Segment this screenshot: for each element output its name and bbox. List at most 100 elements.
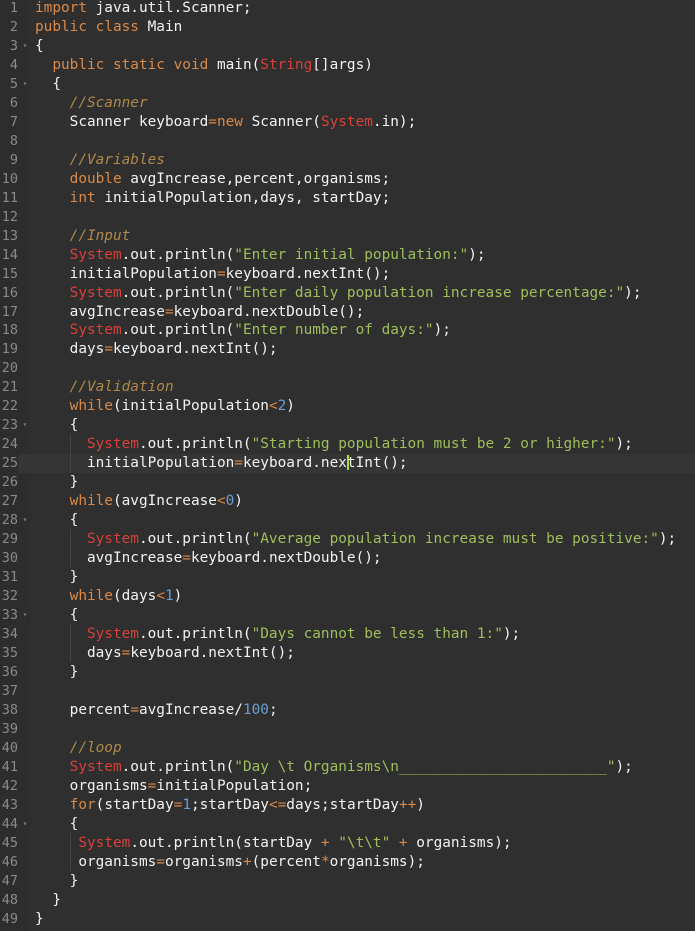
code-line[interactable]: 26 } bbox=[0, 473, 695, 492]
code-line[interactable]: 9 //Variables bbox=[0, 151, 695, 170]
code-line[interactable]: 20 bbox=[0, 359, 695, 378]
comment-token: //Variables bbox=[69, 151, 165, 168]
code-line[interactable]: 33 ▾ { bbox=[0, 606, 695, 625]
code-line[interactable]: 37 bbox=[0, 682, 695, 701]
operator-token: = bbox=[216, 265, 226, 282]
code-line[interactable]: 11 int initialPopulation,days, startDay; bbox=[0, 189, 695, 208]
code-line[interactable]: 40 //loop bbox=[0, 739, 695, 758]
code-line[interactable]: 7 Scanner keyboard=new Scanner(System.in… bbox=[0, 113, 695, 132]
code-line[interactable]: 27 while(avgIncrease<0) bbox=[0, 492, 695, 511]
code-line[interactable]: 10 double avgIncrease,percent,organisms; bbox=[0, 170, 695, 189]
line-code: System.out.println("Days cannot be less … bbox=[35, 625, 520, 644]
code-text-token: ); bbox=[615, 436, 633, 453]
type-token: System bbox=[69, 322, 122, 339]
line-code: { bbox=[35, 815, 79, 834]
code-line[interactable]: 29 System.out.println("Average populatio… bbox=[0, 530, 695, 549]
code-line[interactable]: 15 initialPopulation=keyboard.nextInt(); bbox=[0, 265, 695, 284]
line-number: 3 bbox=[9, 37, 18, 54]
code-editor[interactable]: 1 import java.util.Scanner; 2 public class … bbox=[0, 0, 695, 931]
code-line[interactable]: 4 public static void main(String[]args) bbox=[0, 56, 695, 75]
fold-toggle-icon[interactable]: ▾ bbox=[20, 75, 30, 94]
line-number: 37 bbox=[1, 682, 18, 699]
code-line[interactable]: 18 System.out.println("Enter number of d… bbox=[0, 321, 695, 340]
line-code: { bbox=[35, 37, 44, 56]
line-number: 1 bbox=[9, 0, 18, 16]
line-code: } bbox=[35, 473, 79, 492]
code-text-token: Main bbox=[138, 18, 183, 35]
line-code: while(initialPopulation<2) bbox=[35, 397, 295, 416]
code-text-token: keyboard.nextDouble(); bbox=[190, 550, 382, 567]
code-line[interactable]: 35 days=keyboard.nextInt(); bbox=[0, 644, 695, 663]
code-text-token: ) bbox=[173, 588, 183, 605]
line-code: System.out.println("Day \t Organisms\n__… bbox=[35, 758, 633, 777]
code-line[interactable]: 44 ▾ { bbox=[0, 815, 695, 834]
code-line[interactable]: 13 //Input bbox=[0, 227, 695, 246]
code-line[interactable]: 2 public class Main bbox=[0, 18, 695, 37]
code-line[interactable]: 21 //Validation bbox=[0, 378, 695, 397]
code-text-token: ); bbox=[624, 284, 642, 301]
code-text-token: ; bbox=[268, 701, 278, 718]
line-code: avgIncrease=keyboard.nextDouble(); bbox=[35, 303, 365, 322]
keyword-token: int bbox=[69, 189, 96, 206]
type-token: System bbox=[320, 113, 373, 130]
code-line[interactable]: 47 } bbox=[0, 872, 695, 891]
code-line[interactable]: 41 System.out.println("Day \t Organisms\… bbox=[0, 758, 695, 777]
code-line[interactable]: 1 import java.util.Scanner; bbox=[0, 0, 695, 18]
code-line[interactable]: 38 percent=avgIncrease/100; bbox=[0, 701, 695, 720]
code-line[interactable]: 16 System.out.println("Enter daily popul… bbox=[0, 284, 695, 303]
code-line[interactable]: 14 System.out.println("Enter initial pop… bbox=[0, 246, 695, 265]
type-token: String bbox=[260, 56, 313, 73]
comment-token: //Validation bbox=[69, 379, 174, 396]
code-line[interactable]: 45 System.out.println(startDay + "\t\t" … bbox=[0, 834, 695, 853]
code-line[interactable]: 22 while(initialPopulation<2) bbox=[0, 397, 695, 416]
code-line[interactable]: 28 ▾ { bbox=[0, 511, 695, 530]
code-line[interactable]: 19 days=keyboard.nextInt(); bbox=[0, 340, 695, 359]
code-line[interactable]: 30 avgIncrease=keyboard.nextDouble(); bbox=[0, 549, 695, 568]
indent-guide bbox=[69, 833, 71, 872]
code-text-token: ); bbox=[615, 758, 633, 775]
code-line[interactable]: 17 avgIncrease=keyboard.nextDouble(); bbox=[0, 303, 695, 322]
keyword-token: for bbox=[69, 796, 96, 813]
line-number: 6 bbox=[9, 94, 18, 111]
code-line[interactable]: 25 initialPopulation=keyboard.nextInt(); bbox=[0, 454, 695, 474]
code-line[interactable]: 8 bbox=[0, 132, 695, 151]
code-line[interactable]: 6 //Scanner bbox=[0, 94, 695, 113]
code-text-token: .out.println( bbox=[138, 625, 252, 642]
fold-toggle-icon[interactable]: ▾ bbox=[20, 37, 30, 56]
code-line[interactable]: 24 System.out.println("Starting populati… bbox=[0, 435, 695, 454]
code-line[interactable]: 43 for(startDay=1;startDay<=days;startDa… bbox=[0, 796, 695, 815]
code-text-token: java.util.Scanner; bbox=[86, 0, 252, 16]
line-number: 21 bbox=[1, 379, 18, 396]
line-number: 29 bbox=[1, 531, 18, 548]
fold-toggle-icon[interactable]: ▾ bbox=[20, 416, 30, 435]
code-line[interactable]: 12 bbox=[0, 208, 695, 227]
code-line[interactable]: 5 ▾ { bbox=[0, 75, 695, 94]
type-token: System bbox=[69, 758, 122, 775]
code-line[interactable]: 36 } bbox=[0, 663, 695, 682]
code-line[interactable]: 49} bbox=[0, 910, 695, 929]
type-token: System bbox=[69, 284, 122, 301]
code-line[interactable]: 32 while(days<1) bbox=[0, 587, 695, 606]
fold-toggle-icon[interactable]: ▾ bbox=[20, 511, 30, 530]
code-text-token: } bbox=[35, 663, 79, 680]
code-line[interactable]: 48 } bbox=[0, 891, 695, 910]
code-line[interactable]: 46 organisms=organisms+(percent*organism… bbox=[0, 853, 695, 872]
code-line[interactable]: 31 } bbox=[0, 568, 695, 587]
code-line[interactable]: 39 bbox=[0, 720, 695, 739]
code-line[interactable]: 3 ▾ { bbox=[0, 37, 695, 56]
code-text-token: { bbox=[35, 815, 79, 832]
fold-toggle-icon[interactable]: ▾ bbox=[20, 606, 30, 625]
number-token: 1 bbox=[182, 796, 191, 813]
code-line[interactable]: 42 organisms=initialPopulation; bbox=[0, 777, 695, 796]
code-line[interactable]: 23 ▾ { bbox=[0, 416, 695, 435]
line-code: avgIncrease=keyboard.nextDouble(); bbox=[35, 549, 382, 568]
fold-toggle-icon[interactable]: ▾ bbox=[20, 815, 30, 834]
string-token: "Enter daily population increase percent… bbox=[234, 284, 625, 301]
line-code: System.out.println(startDay + "\t\t" + o… bbox=[35, 834, 511, 853]
code-lines[interactable]: 1 import java.util.Scanner; 2 public class … bbox=[0, 0, 695, 928]
code-text-token: } bbox=[35, 872, 79, 889]
code-text-token: { bbox=[35, 75, 61, 92]
code-line[interactable]: 34 System.out.println("Days cannot be le… bbox=[0, 625, 695, 644]
